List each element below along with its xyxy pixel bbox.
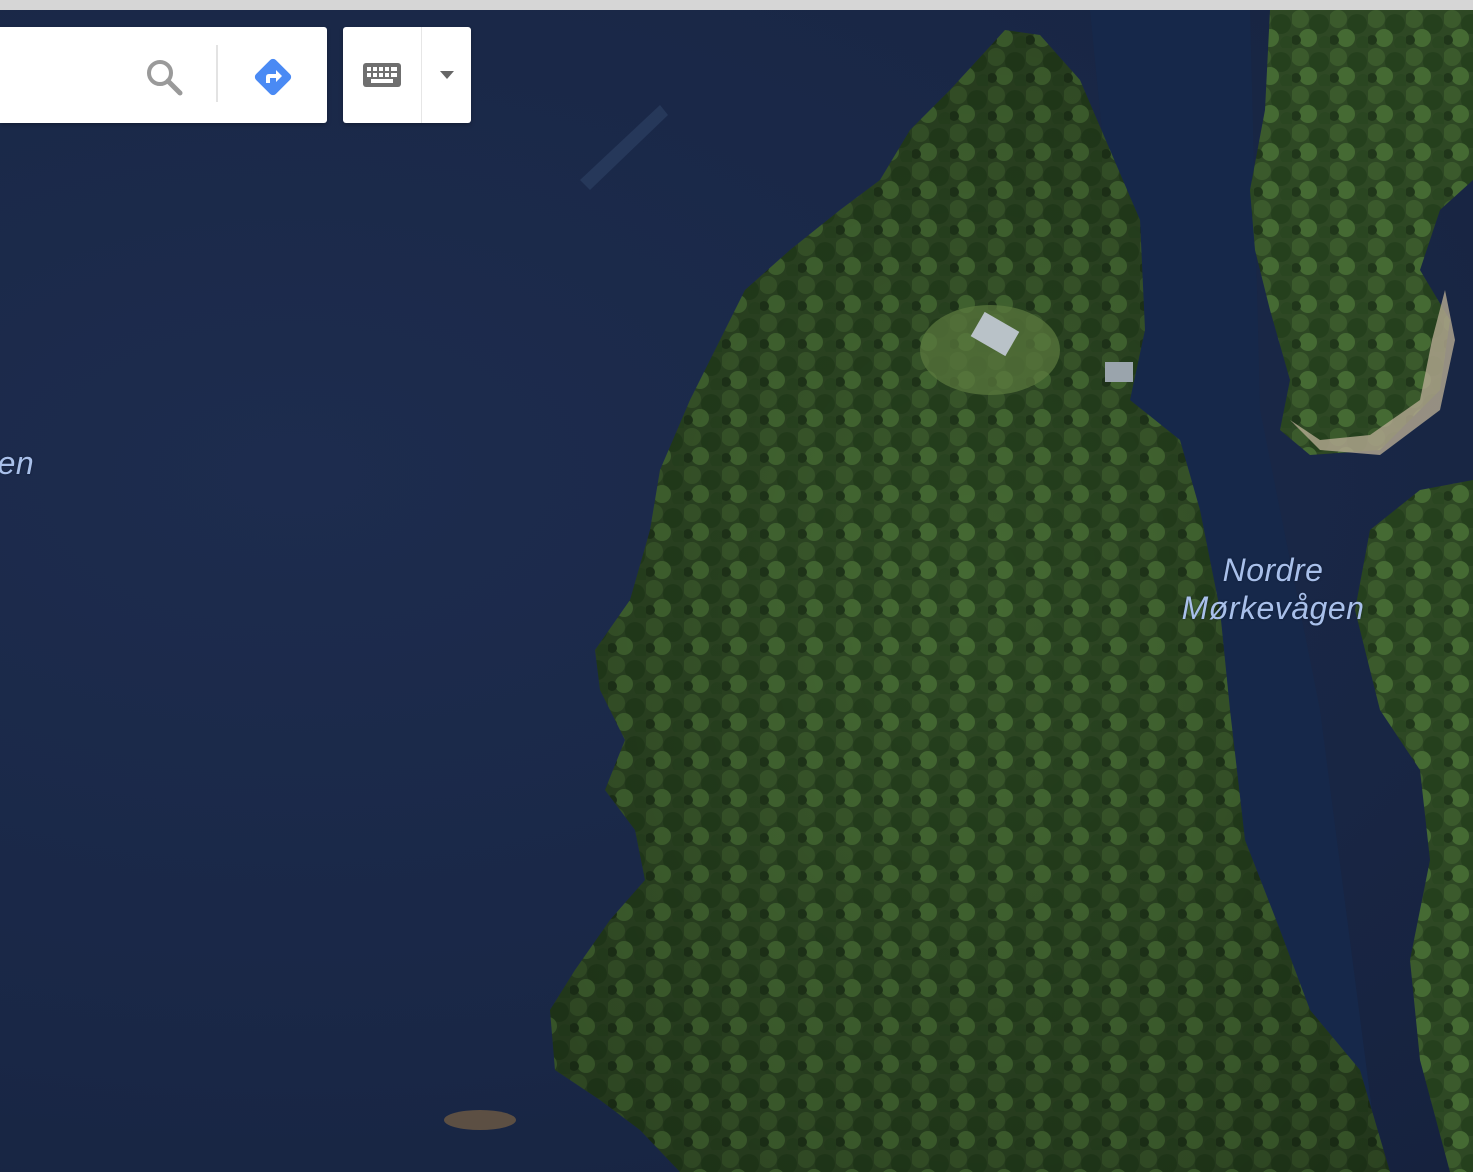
water-label-line: Mørkevågen [1181,590,1365,626]
search-divider [216,45,218,102]
water-label-left: len [0,445,35,481]
building [1105,362,1133,382]
search-icon [147,60,183,96]
keyboard-button[interactable] [343,27,421,123]
water-label-nordre-morkevagen: Nordre Mørkevågen [1170,551,1376,627]
keyboard-icon [363,63,401,87]
search-button[interactable] [140,53,188,101]
directions-icon [254,58,292,96]
search-box [0,27,327,125]
directions-button[interactable] [246,53,300,101]
input-tools-dropdown[interactable] [422,27,471,123]
wake-mark [580,105,668,190]
input-tools-box [343,27,471,123]
water-label-line: Nordre [1222,552,1324,588]
search-input[interactable] [0,27,134,125]
reef [444,1110,516,1130]
satellite-map[interactable]: len Nordre Mørkevågen [0,10,1473,1172]
caret-down-icon [439,71,454,79]
